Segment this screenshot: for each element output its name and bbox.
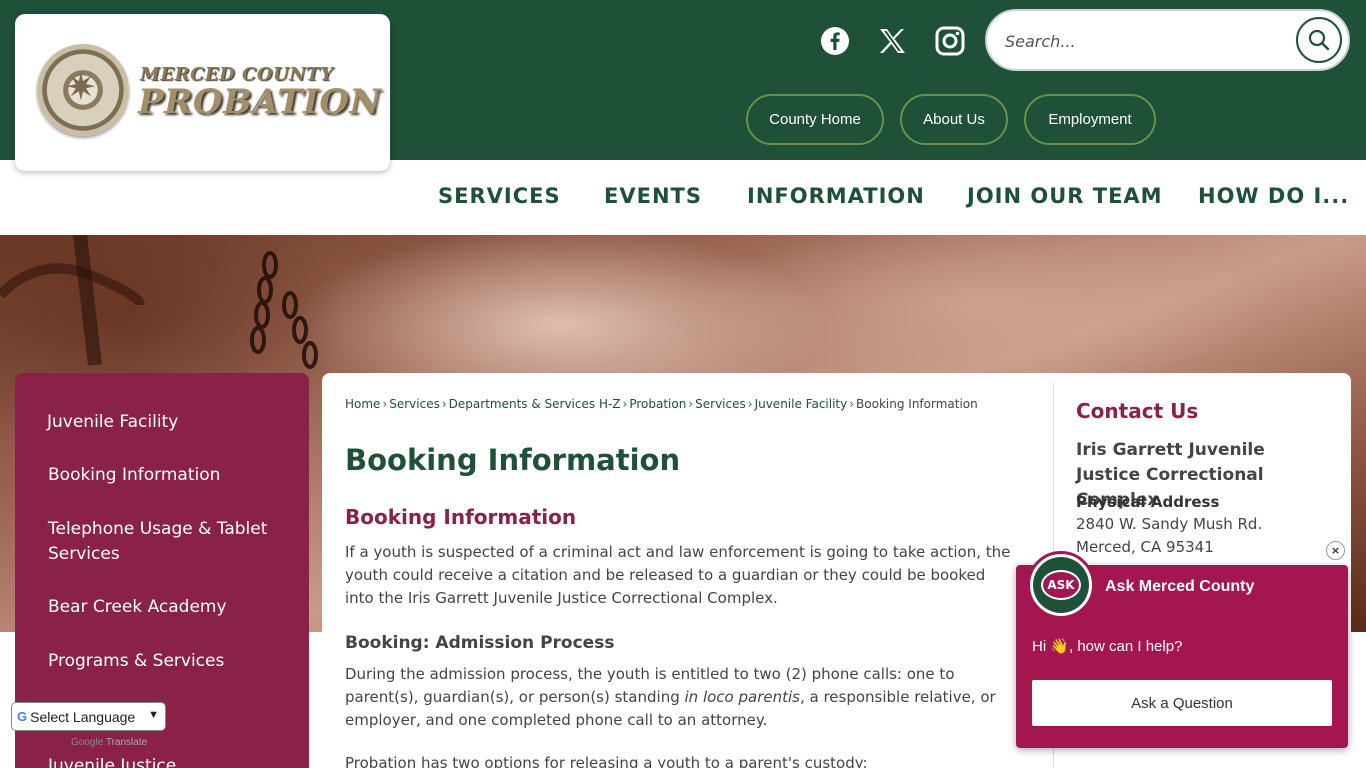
address-street: 2840 W. Sandy Mush Rd.: [1076, 515, 1263, 533]
language-select-value: Select Language: [30, 708, 136, 725]
chat-close-button[interactable]: ×: [1326, 541, 1345, 560]
nav-information[interactable]: INFORMATION: [747, 184, 925, 208]
contact-us-title: Contact Us: [1076, 399, 1199, 423]
breadcrumb-home[interactable]: Home: [345, 397, 380, 411]
employment-button[interactable]: Employment: [1024, 94, 1156, 145]
site-logo[interactable]: ✷ MERCED COUNTY PROBATION: [15, 14, 390, 171]
physical-address-label: Physical Address: [1076, 493, 1220, 511]
sidebar-item-bear-creek-academy[interactable]: Bear Creek Academy: [48, 595, 288, 620]
address-city: Merced, CA 95341: [1076, 538, 1214, 556]
instagram-icon[interactable]: [935, 26, 965, 56]
sidebar-item-juvenile-facility[interactable]: Juvenile Facility: [47, 410, 287, 435]
language-select[interactable]: G Select Language ▼: [11, 702, 166, 731]
chevron-down-icon: ▼: [148, 709, 159, 721]
chat-avatar-icon: ASK: [1027, 551, 1095, 619]
county-home-button[interactable]: County Home: [746, 94, 884, 145]
admission-text-italic: in loco parentis: [684, 688, 800, 706]
probation-seal-icon: ✷: [37, 44, 129, 136]
chat-widget: ASK Ask Merced County Hi 👋, how can I he…: [1016, 551, 1348, 748]
nav-join-our-team[interactable]: JOIN OUR TEAM: [967, 184, 1163, 208]
powered-by-google: Google Translate: [71, 737, 147, 748]
breadcrumb: Home › Services › Departments & Services H-Z…: [345, 397, 978, 411]
translate-label: Translate: [105, 737, 148, 748]
chat-avatar-text: ASK: [1041, 570, 1081, 600]
breadcrumb-separator: ›: [747, 397, 753, 411]
breadcrumb-departments[interactable]: Departments & Services H-Z: [449, 397, 621, 411]
sidebar-item-juvenile-justice[interactable]: Juvenile Justice: [48, 754, 288, 768]
breadcrumb-probation-services[interactable]: Services: [695, 397, 746, 411]
logo-probation-text: PROBATION: [138, 82, 382, 122]
sidebar-item-booking-information[interactable]: Booking Information: [48, 463, 288, 488]
sidebar-item-telephone-usage[interactable]: Telephone Usage & Tablet Services: [48, 517, 288, 567]
page-title: Booking Information: [345, 443, 681, 477]
release-options-paragraph: Probation has two options for releasing …: [345, 754, 868, 768]
breadcrumb-services[interactable]: Services: [389, 397, 440, 411]
x-twitter-icon[interactable]: [877, 26, 907, 56]
ask-question-button[interactable]: Ask a Question: [1032, 680, 1332, 726]
nav-events[interactable]: EVENTS: [604, 184, 702, 208]
search-button[interactable]: [1296, 17, 1342, 63]
admission-process-heading: Booking: Admission Process: [345, 633, 615, 653]
breadcrumb-separator: ›: [688, 397, 694, 411]
nav-services[interactable]: SERVICES: [438, 184, 561, 208]
breadcrumb-probation[interactable]: Probation: [629, 397, 686, 411]
google-translate-icon: G: [17, 709, 28, 724]
nav-how-do-i[interactable]: HOW DO I...: [1198, 184, 1349, 208]
search-icon: [1308, 29, 1330, 51]
breadcrumb-juvenile-facility[interactable]: Juvenile Facility: [755, 397, 848, 411]
main-navigation: SERVICES EVENTS INFORMATION JOIN OUR TEA…: [0, 160, 1366, 235]
intro-paragraph: If a youth is suspected of a criminal ac…: [345, 543, 1011, 607]
facebook-icon[interactable]: [820, 26, 850, 56]
powered-by-google-label: Google: [71, 737, 104, 748]
chat-greeting: Hi 👋, how can I help?: [1032, 638, 1183, 655]
breadcrumb-separator: ›: [441, 397, 447, 411]
chat-bot-name: Ask Merced County: [1105, 578, 1255, 595]
section-title: Booking Information: [345, 505, 577, 529]
search-box: [985, 9, 1350, 71]
breadcrumb-separator: ›: [382, 397, 388, 411]
breadcrumb-current: Booking Information: [856, 397, 978, 411]
sidebar-item-programs-services[interactable]: Programs & Services: [48, 649, 288, 674]
breadcrumb-separator: ›: [622, 397, 628, 411]
breadcrumb-separator: ›: [849, 397, 855, 411]
admission-paragraph: During the admission process, the youth …: [345, 663, 1017, 732]
about-us-button[interactable]: About Us: [900, 94, 1008, 145]
search-input[interactable]: [1005, 27, 1275, 55]
